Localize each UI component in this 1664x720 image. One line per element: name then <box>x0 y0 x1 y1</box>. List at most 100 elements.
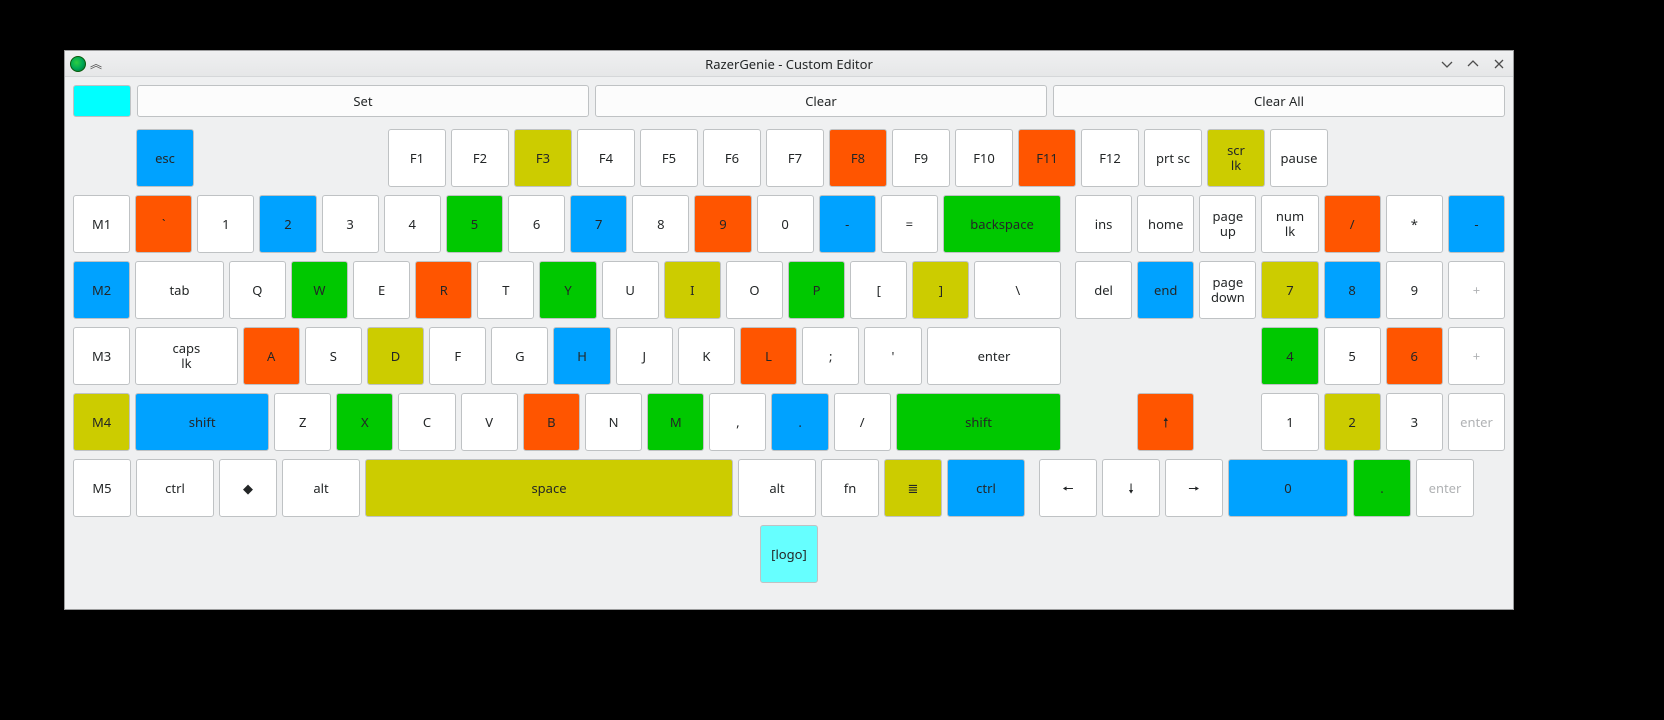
key-w[interactable]: W <box>291 261 348 319</box>
close-button[interactable] <box>1489 54 1509 74</box>
color-swatch[interactable] <box>73 85 131 117</box>
key-f5[interactable]: F5 <box>640 129 698 187</box>
key-num-multiply[interactable]: * <box>1386 195 1443 253</box>
key-num-1[interactable]: 1 <box>1261 393 1318 451</box>
key-5[interactable]: 5 <box>446 195 503 253</box>
key-e[interactable]: E <box>353 261 410 319</box>
key-f8[interactable]: F8 <box>829 129 887 187</box>
key-slash[interactable]: / <box>834 393 891 451</box>
key-bracket-left[interactable]: [ <box>850 261 907 319</box>
key-s[interactable]: S <box>305 327 362 385</box>
key-caps-lock[interactable]: caps lk <box>135 327 237 385</box>
key-num-plus-2[interactable]: + <box>1448 327 1505 385</box>
key-insert[interactable]: ins <box>1075 195 1132 253</box>
key-num-2[interactable]: 2 <box>1324 393 1381 451</box>
key-backslash[interactable]: \ <box>974 261 1061 319</box>
key-f9[interactable]: F9 <box>892 129 950 187</box>
key-9[interactable]: 9 <box>694 195 751 253</box>
key-arrow-down[interactable]: 🠗 <box>1102 459 1160 517</box>
key-fn[interactable]: fn <box>821 459 879 517</box>
key-num-lock[interactable]: num lk <box>1261 195 1318 253</box>
key-f2[interactable]: F2 <box>451 129 509 187</box>
key-arrow-right[interactable]: 🠖 <box>1165 459 1223 517</box>
key-bracket-right[interactable]: ] <box>912 261 969 319</box>
key-m1[interactable]: M1 <box>73 195 130 253</box>
key-y[interactable]: Y <box>539 261 596 319</box>
key-b[interactable]: B <box>523 393 580 451</box>
key-num-decimal[interactable]: . <box>1353 459 1411 517</box>
key-num-3[interactable]: 3 <box>1386 393 1443 451</box>
key-j[interactable]: J <box>616 327 673 385</box>
key-semicolon[interactable]: ; <box>802 327 859 385</box>
key-1[interactable]: 1 <box>197 195 254 253</box>
maximize-button[interactable] <box>1463 54 1483 74</box>
key-num-enter[interactable]: enter <box>1448 393 1505 451</box>
key-grave[interactable]: ` <box>135 195 192 253</box>
key-d[interactable]: D <box>367 327 424 385</box>
key-3[interactable]: 3 <box>322 195 379 253</box>
key-m2[interactable]: M2 <box>73 261 130 319</box>
key-minus[interactable]: - <box>819 195 876 253</box>
key-c[interactable]: C <box>398 393 455 451</box>
key-num-6[interactable]: 6 <box>1386 327 1443 385</box>
key-x[interactable]: X <box>336 393 393 451</box>
key-num-8[interactable]: 8 <box>1324 261 1381 319</box>
key-m4[interactable]: M4 <box>73 393 130 451</box>
clear-all-button[interactable]: Clear All <box>1053 85 1505 117</box>
key-apostrophe[interactable]: ' <box>864 327 921 385</box>
minimize-button[interactable] <box>1437 54 1457 74</box>
keep-above-icon[interactable]: ︽ <box>90 58 102 70</box>
key-h[interactable]: H <box>553 327 610 385</box>
key-super-left[interactable]: ◆ <box>219 459 277 517</box>
key-shift-right[interactable]: shift <box>896 393 1061 451</box>
key-page-down[interactable]: page down <box>1199 261 1256 319</box>
key-page-up[interactable]: page up <box>1199 195 1256 253</box>
key-t[interactable]: T <box>477 261 534 319</box>
key-8[interactable]: 8 <box>632 195 689 253</box>
key-period[interactable]: . <box>771 393 828 451</box>
key-home[interactable]: home <box>1137 195 1194 253</box>
key-v[interactable]: V <box>461 393 518 451</box>
set-button[interactable]: Set <box>137 85 589 117</box>
key-f11[interactable]: F11 <box>1018 129 1076 187</box>
key-num-7[interactable]: 7 <box>1261 261 1318 319</box>
key-m3[interactable]: M3 <box>73 327 130 385</box>
key-f[interactable]: F <box>429 327 486 385</box>
key-k[interactable]: K <box>678 327 735 385</box>
key-f10[interactable]: F10 <box>955 129 1013 187</box>
key-i[interactable]: I <box>664 261 721 319</box>
key-esc[interactable]: esc <box>136 129 194 187</box>
key-p[interactable]: P <box>788 261 845 319</box>
key-2[interactable]: 2 <box>259 195 316 253</box>
key-arrow-left[interactable]: 🠔 <box>1039 459 1097 517</box>
key-ctrl-right[interactable]: ctrl <box>947 459 1025 517</box>
key-z[interactable]: Z <box>274 393 331 451</box>
key-num-plus[interactable]: + <box>1448 261 1505 319</box>
key-m5[interactable]: M5 <box>73 459 131 517</box>
key-num-9[interactable]: 9 <box>1386 261 1443 319</box>
key-f4[interactable]: F4 <box>577 129 635 187</box>
key-num-4[interactable]: 4 <box>1261 327 1318 385</box>
key-f3[interactable]: F3 <box>514 129 572 187</box>
key-pause[interactable]: pause <box>1270 129 1328 187</box>
key-alt-right[interactable]: alt <box>738 459 816 517</box>
key-f7[interactable]: F7 <box>766 129 824 187</box>
key-a[interactable]: A <box>243 327 300 385</box>
key-l[interactable]: L <box>740 327 797 385</box>
clear-button[interactable]: Clear <box>595 85 1047 117</box>
key-n[interactable]: N <box>585 393 642 451</box>
key-4[interactable]: 4 <box>384 195 441 253</box>
key-num-divide[interactable]: / <box>1324 195 1381 253</box>
key-6[interactable]: 6 <box>508 195 565 253</box>
key-f12[interactable]: F12 <box>1081 129 1139 187</box>
key-arrow-up[interactable]: 🠕 <box>1137 393 1194 451</box>
key-print-screen[interactable]: prt sc <box>1144 129 1202 187</box>
key-backspace[interactable]: backspace <box>943 195 1061 253</box>
key-r[interactable]: R <box>415 261 472 319</box>
key-enter[interactable]: enter <box>927 327 1062 385</box>
key-end[interactable]: end <box>1137 261 1194 319</box>
key-num-0[interactable]: 0 <box>1228 459 1348 517</box>
key-num-5[interactable]: 5 <box>1324 327 1381 385</box>
key-num-enter-2[interactable]: enter <box>1416 459 1474 517</box>
key-menu[interactable]: ≣ <box>884 459 942 517</box>
